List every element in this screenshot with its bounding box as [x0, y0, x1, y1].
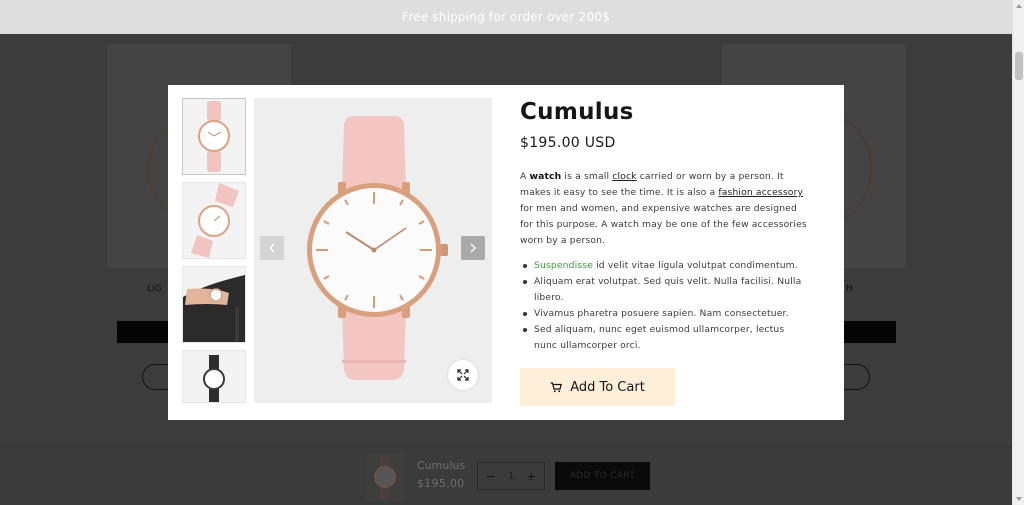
product-card-label: LIG	[147, 284, 162, 294]
add-to-cart-button[interactable]: Add To Cart	[520, 368, 675, 406]
image-prev-button[interactable]	[260, 236, 284, 260]
sticky-product-image	[366, 453, 404, 501]
expand-icon	[457, 369, 469, 381]
scroll-up-icon[interactable]	[1016, 4, 1022, 8]
thumbnail-4[interactable]	[182, 350, 246, 403]
feature-item: Suspendisse id velit vitae ligula volutp…	[520, 258, 810, 274]
page-scrollbar[interactable]	[1012, 0, 1024, 505]
description-text: is a small	[561, 171, 613, 182]
chevron-left-icon	[269, 243, 275, 253]
description-text: for men and women, and expensive watches…	[520, 203, 807, 246]
scroll-down-icon[interactable]	[1016, 497, 1022, 501]
product-card-label: H	[846, 284, 853, 294]
thumbnail-1[interactable]	[182, 98, 246, 175]
cart-icon	[550, 381, 563, 393]
feature-highlight: Suspendisse	[534, 260, 594, 271]
feature-item: Vivamus pharetra posuere sapien. Nam con…	[520, 306, 810, 322]
qty-minus-button[interactable]: −	[486, 470, 495, 483]
thumbnail-2[interactable]	[182, 182, 246, 259]
description-bold-watch: watch	[529, 171, 562, 182]
feature-item: Aliquam erat volutpat. Sed quis velit. N…	[520, 274, 810, 306]
qty-value[interactable]: 1	[508, 471, 514, 482]
sticky-cart-bar: Cumulus $195.00 − 1 + ADD TO CART	[0, 446, 1012, 505]
quantity-stepper: − 1 +	[477, 462, 545, 490]
clock-link[interactable]: clock	[612, 171, 636, 182]
product-price: $195.00 USD	[520, 135, 616, 151]
product-title: Cumulus	[520, 99, 634, 125]
product-card-button[interactable]	[117, 321, 169, 343]
product-card-button[interactable]	[843, 321, 896, 343]
add-to-cart-label: Add To Cart	[570, 379, 645, 395]
sticky-product-name: Cumulus	[417, 459, 466, 472]
scrollbar-thumb[interactable]	[1015, 52, 1023, 80]
sticky-product-price: $195.00	[417, 477, 465, 490]
quick-view-modal: Cumulus $195.00 USD A watch is a small c…	[168, 85, 844, 420]
feature-item: Sed aliquam, nunc eget euismod ullamcorp…	[520, 322, 810, 354]
thumbnail-list	[182, 98, 246, 410]
announcement-text: Free shipping for order over 200$	[402, 10, 610, 24]
product-description: A watch is a small clock carried or worn…	[520, 169, 810, 249]
sticky-add-to-cart-button[interactable]: ADD TO CART	[555, 462, 650, 490]
announcement-bar: Free shipping for order over 200$	[0, 0, 1012, 34]
image-next-button[interactable]	[461, 236, 485, 260]
main-product-image[interactable]	[254, 98, 492, 403]
zoom-button[interactable]	[448, 360, 478, 390]
thumbnail-3[interactable]	[182, 266, 246, 343]
qty-plus-button[interactable]: +	[527, 470, 536, 483]
feature-list: Suspendisse id velit vitae ligula volutp…	[520, 258, 810, 354]
fashion-accessory-link[interactable]: fashion accessory	[718, 187, 803, 198]
feature-text: id velit vitae ligula volutpat condiment…	[593, 260, 798, 271]
chevron-right-icon	[470, 243, 476, 253]
description-text: A	[520, 171, 530, 182]
